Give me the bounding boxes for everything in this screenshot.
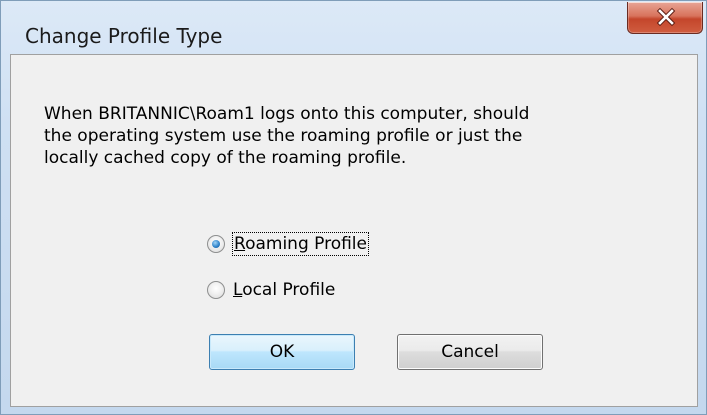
local-profile-label[interactable]: Local Profile: [233, 279, 335, 301]
dialog-window: Change Profile Type When BRITANNIC\Roam1…: [0, 0, 707, 415]
title-bar[interactable]: Change Profile Type: [1, 1, 706, 53]
roaming-profile-label[interactable]: Roaming Profile: [232, 232, 369, 256]
ok-button[interactable]: OK: [209, 334, 355, 370]
message-line: locally cached copy of the roaming profi…: [44, 148, 407, 168]
window-title: Change Profile Type: [25, 24, 223, 48]
close-icon: [656, 7, 676, 27]
radio-selected-dot: [212, 240, 220, 248]
message-line: the operating system use the roaming pro…: [44, 126, 523, 146]
local-profile-radio[interactable]: [207, 281, 225, 299]
message-line: When BRITANNIC\Roam1 logs onto this comp…: [44, 104, 530, 124]
dialog-content: When BRITANNIC\Roam1 logs onto this comp…: [10, 54, 698, 407]
close-button[interactable]: [627, 2, 703, 34]
message-text: When BRITANNIC\Roam1 logs onto this comp…: [44, 103, 664, 169]
roaming-profile-radio[interactable]: [207, 235, 225, 253]
cancel-button[interactable]: Cancel: [397, 334, 543, 370]
